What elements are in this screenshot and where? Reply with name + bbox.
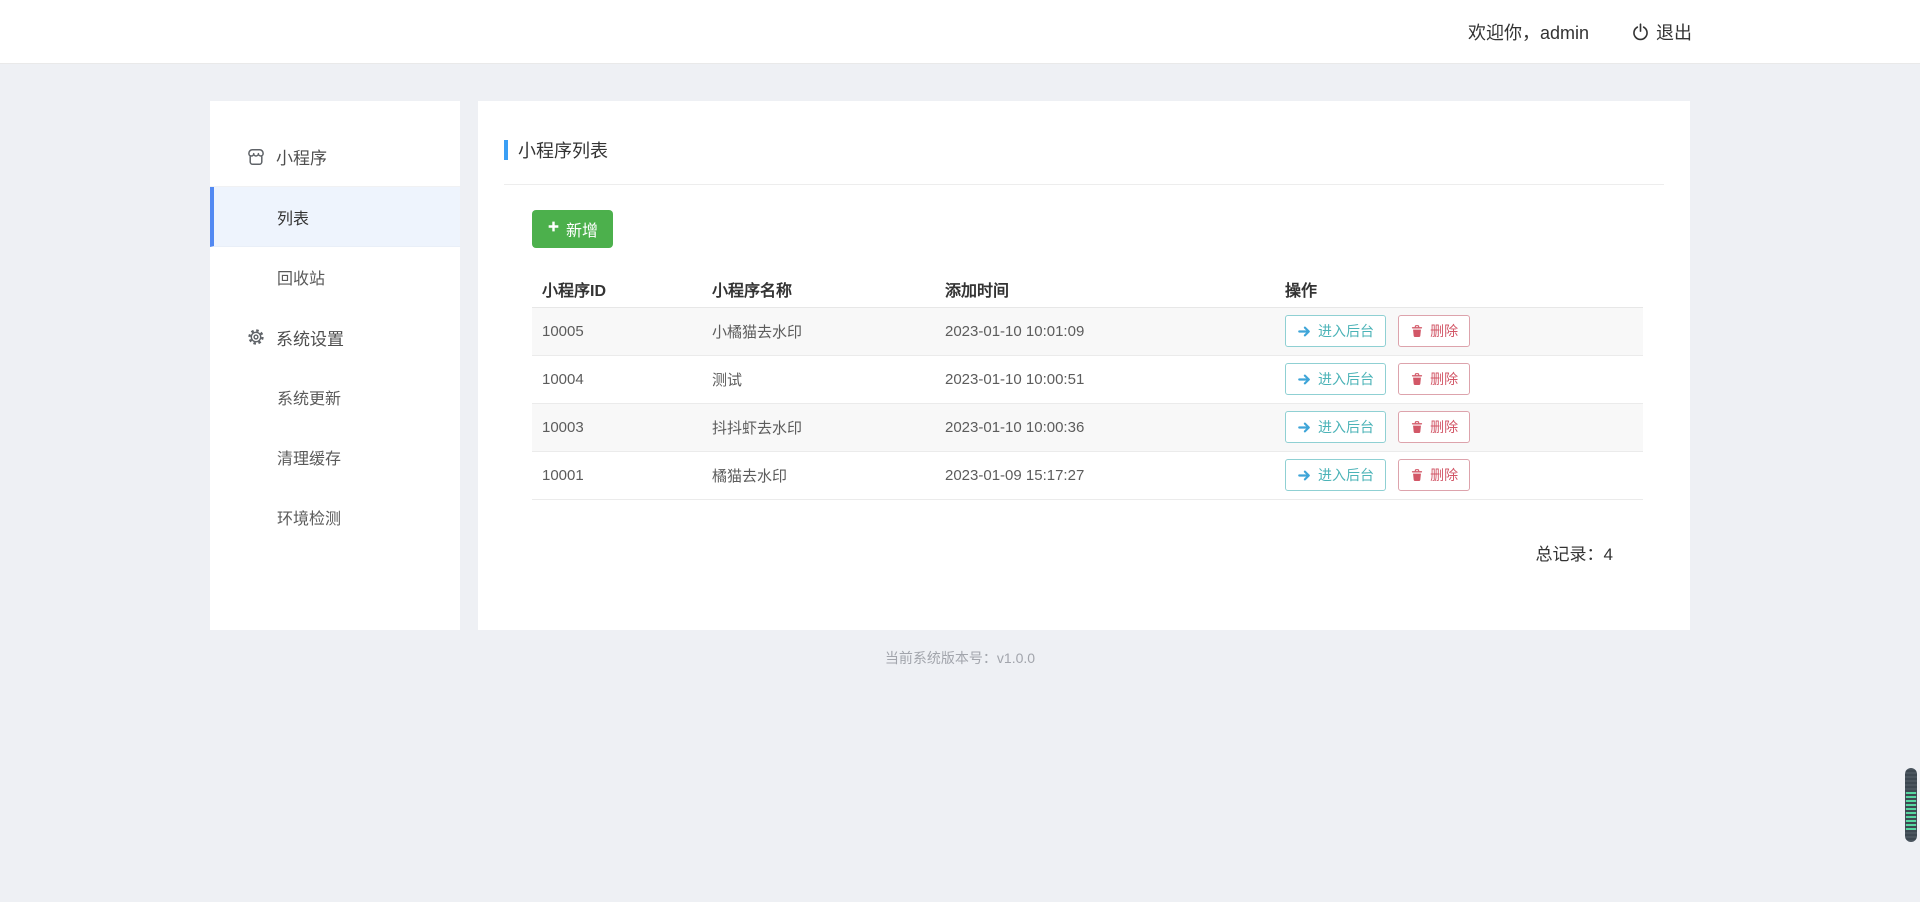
trash-icon — [1410, 324, 1424, 338]
sidebar-item-label: 系统设置 — [276, 325, 344, 350]
cell-add-time: 2023-01-10 10:00:51 — [935, 355, 1275, 403]
arrow-right-icon — [1297, 420, 1312, 435]
cell-app-id: 10001 — [532, 451, 702, 499]
cell-app-id: 10004 — [532, 355, 702, 403]
cell-app-id: 10003 — [532, 403, 702, 451]
trash-icon — [1410, 468, 1424, 482]
miniapp-icon — [246, 147, 266, 167]
cell-app-name: 抖抖虾去水印 — [702, 403, 935, 451]
logout-label: 退出 — [1656, 19, 1692, 45]
cell-app-id: 10005 — [532, 307, 702, 355]
sidebar-item-miniapp[interactable]: 小程序 — [210, 127, 460, 187]
sidebar-item-recycle-bin[interactable]: 回收站 — [210, 247, 460, 307]
sidebar: 小程序 列表 回收站 系统设置 系统更新 清理缓存 环境检测 — [210, 101, 460, 630]
sidebar-item-label: 列表 — [277, 205, 309, 229]
table-row: 10004 测试 2023-01-10 10:00:51 进入后台 — [532, 355, 1643, 403]
arrow-right-icon — [1297, 372, 1312, 387]
sidebar-item-label: 清理缓存 — [277, 445, 341, 469]
welcome-text: 欢迎你，admin — [1468, 19, 1589, 45]
cell-actions: 进入后台 删除 — [1275, 307, 1643, 355]
enter-admin-button[interactable]: 进入后台 — [1285, 459, 1386, 491]
cell-add-time: 2023-01-10 10:01:09 — [935, 307, 1275, 355]
column-header-name: 小程序名称 — [702, 271, 935, 307]
delete-button[interactable]: 删除 — [1398, 411, 1470, 443]
top-bar: 欢迎你，admin 退出 — [0, 0, 1920, 64]
enter-admin-label: 进入后台 — [1318, 369, 1374, 389]
total-records-value: 4 — [1604, 545, 1613, 564]
cell-add-time: 2023-01-09 15:17:27 — [935, 451, 1275, 499]
delete-label: 删除 — [1430, 321, 1458, 341]
enter-admin-button[interactable]: 进入后台 — [1285, 315, 1386, 347]
version-text: 当前系统版本号：v1.0.0 — [885, 650, 1035, 666]
sidebar-item-label: 环境检测 — [277, 505, 341, 529]
title-marker — [504, 140, 508, 160]
version-footer: 当前系统版本号：v1.0.0 — [0, 648, 1920, 668]
delete-label: 删除 — [1430, 369, 1458, 389]
panel-title-bar: 小程序列表 — [504, 101, 1664, 185]
add-button[interactable]: 新增 — [532, 210, 613, 248]
delete-button[interactable]: 删除 — [1398, 459, 1470, 491]
power-icon — [1631, 22, 1650, 41]
cell-app-name: 橘猫去水印 — [702, 451, 935, 499]
delete-label: 删除 — [1430, 417, 1458, 437]
cell-add-time: 2023-01-10 10:00:36 — [935, 403, 1275, 451]
column-header-id: 小程序ID — [532, 271, 702, 307]
enter-admin-label: 进入后台 — [1318, 417, 1374, 437]
enter-admin-label: 进入后台 — [1318, 465, 1374, 485]
main-panel: 小程序列表 新增 小程序ID 小程序名称 添加时间 操作 — [478, 101, 1690, 630]
sidebar-item-system-settings[interactable]: 系统设置 — [210, 307, 460, 367]
total-records: 总记录：4 — [532, 540, 1643, 565]
arrow-right-icon — [1297, 468, 1312, 483]
scrollbar-thumb-stripes — [1906, 792, 1916, 830]
sidebar-item-label: 小程序 — [276, 144, 327, 169]
sidebar-item-label: 系统更新 — [277, 385, 341, 409]
logout-button[interactable]: 退出 — [1631, 19, 1692, 45]
table-header-row: 小程序ID 小程序名称 添加时间 操作 — [532, 271, 1643, 307]
trash-icon — [1410, 420, 1424, 434]
table-row: 10003 抖抖虾去水印 2023-01-10 10:00:36 进入后台 — [532, 403, 1643, 451]
add-button-label: 新增 — [566, 217, 598, 241]
delete-button[interactable]: 删除 — [1398, 315, 1470, 347]
cell-actions: 进入后台 删除 — [1275, 403, 1643, 451]
arrow-right-icon — [1297, 324, 1312, 339]
trash-icon — [1410, 372, 1424, 386]
delete-button[interactable]: 删除 — [1398, 363, 1470, 395]
column-header-time: 添加时间 — [935, 271, 1275, 307]
sidebar-item-system-update[interactable]: 系统更新 — [210, 367, 460, 427]
table-row: 10001 橘猫去水印 2023-01-09 15:17:27 进入后台 — [532, 451, 1643, 499]
sidebar-item-list[interactable]: 列表 — [210, 187, 460, 247]
miniapp-table: 小程序ID 小程序名称 添加时间 操作 10005 小橘猫去水印 2023-01… — [532, 271, 1643, 500]
panel-body: 新增 小程序ID 小程序名称 添加时间 操作 10005 小橘猫去水印 202 — [478, 185, 1690, 565]
cell-app-name: 测试 — [702, 355, 935, 403]
sidebar-item-env-check[interactable]: 环境检测 — [210, 487, 460, 547]
gear-icon — [246, 327, 266, 347]
cell-actions: 进入后台 删除 — [1275, 451, 1643, 499]
cell-app-name: 小橘猫去水印 — [702, 307, 935, 355]
scrollbar-thumb[interactable] — [1905, 768, 1917, 842]
cell-actions: 进入后台 删除 — [1275, 355, 1643, 403]
total-records-label: 总记录： — [1536, 545, 1604, 564]
page-title: 小程序列表 — [518, 137, 608, 163]
enter-admin-button[interactable]: 进入后台 — [1285, 411, 1386, 443]
sidebar-item-label: 回收站 — [277, 265, 325, 289]
column-header-actions: 操作 — [1275, 271, 1643, 307]
enter-admin-label: 进入后台 — [1318, 321, 1374, 341]
enter-admin-button[interactable]: 进入后台 — [1285, 363, 1386, 395]
delete-label: 删除 — [1430, 465, 1458, 485]
sidebar-item-clear-cache[interactable]: 清理缓存 — [210, 427, 460, 487]
table-row: 10005 小橘猫去水印 2023-01-10 10:01:09 进入后台 — [532, 307, 1643, 355]
plus-icon — [547, 220, 560, 238]
